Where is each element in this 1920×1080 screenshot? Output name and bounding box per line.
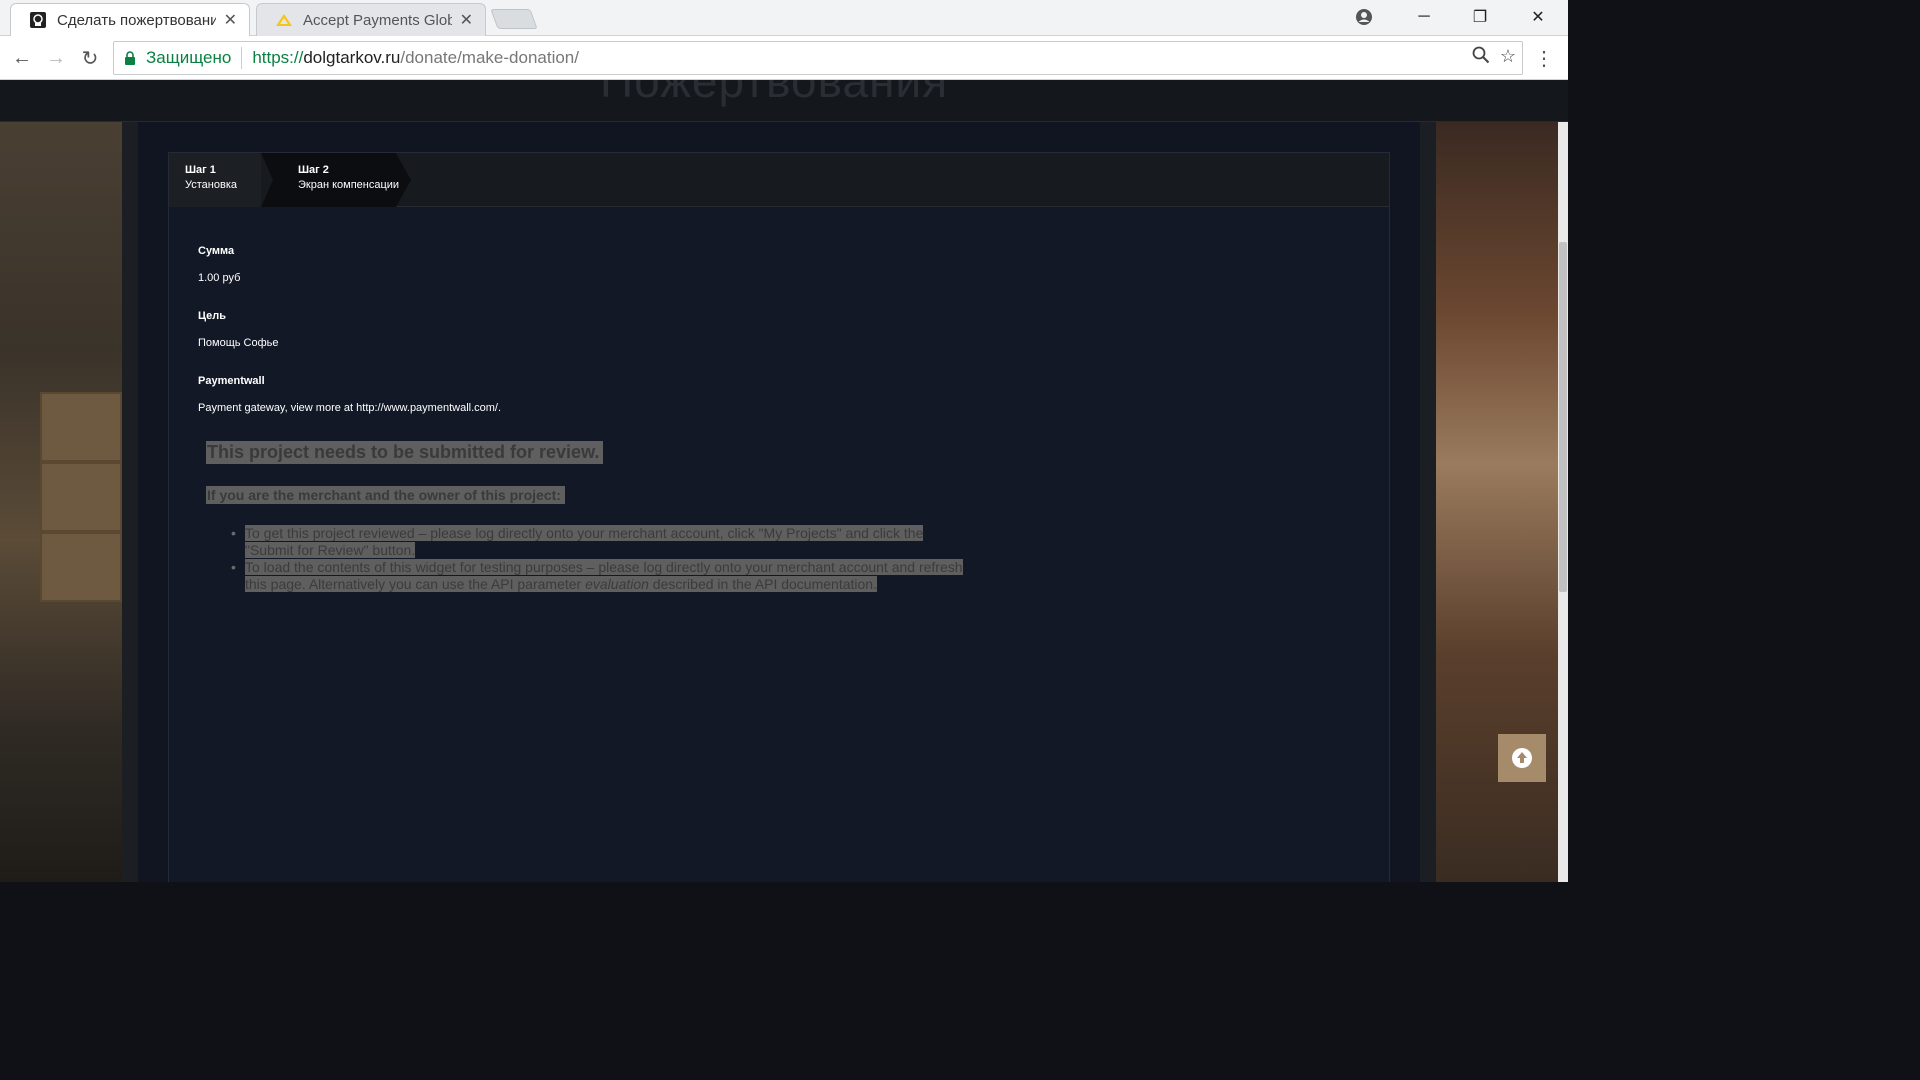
scrollbar-thumb[interactable]	[1559, 242, 1567, 592]
step-label: Установка	[185, 179, 237, 191]
steps-bar: Шаг 1 Установка Шаг 2 Экран компенсации	[169, 153, 1389, 207]
page-header-band: Пожертвования	[0, 80, 1568, 122]
crate-image	[40, 462, 122, 532]
account-icon	[1356, 9, 1372, 25]
step-number: Шаг 2	[298, 164, 329, 176]
widget-instructions: To get this project reviewed – please lo…	[231, 525, 966, 593]
reload-button[interactable]: ↻	[76, 44, 104, 72]
arrow-up-circle-icon	[1512, 748, 1532, 768]
list-item: To get this project reviewed – please lo…	[231, 525, 966, 559]
url-text[interactable]: https://dolgtarkov.ru/donate/make-donati…	[252, 48, 579, 68]
tab-close-icon[interactable]: ✕	[460, 10, 473, 30]
lock-icon	[124, 51, 136, 65]
tab-title: Accept Payments Globall	[303, 11, 452, 29]
tab-close-icon[interactable]: ✕	[224, 10, 237, 30]
site-favicon-icon	[30, 12, 46, 28]
tab-donate[interactable]: Сделать пожертвование ✕	[10, 3, 250, 36]
paymentwall-widget: This project needs to be submitted for r…	[206, 441, 966, 593]
instruction-text: described in the API documentation.	[648, 576, 877, 592]
address-bar[interactable]: Защищено https://dolgtarkov.ru/donate/ma…	[113, 41, 1523, 75]
step-number: Шаг 1	[185, 164, 216, 176]
browser-toolbar: ← → ↻ Защищено https://dolgtarkov.ru/don…	[0, 36, 1568, 80]
secure-label: Защищено	[146, 48, 232, 67]
page-scrollbar[interactable]	[1558, 122, 1568, 882]
zoom-icon[interactable]	[1472, 46, 1490, 69]
list-item: To load the contents of this widget for …	[231, 559, 966, 593]
close-window-button[interactable]: ✕	[1510, 0, 1566, 34]
step-1[interactable]: Шаг 1 Установка	[169, 153, 261, 207]
scroll-to-top-button[interactable]	[1498, 734, 1546, 782]
field-label: Цель	[198, 310, 227, 322]
step-label: Экран компенсации	[298, 179, 400, 191]
restore-button[interactable]: ❐	[1452, 0, 1508, 34]
field-value: Payment gateway, view more at http://www…	[198, 402, 502, 414]
left-background-art	[0, 122, 122, 882]
bookmark-star-icon[interactable]: ☆	[1500, 46, 1516, 69]
field-gateway: Paymentwall Payment gateway, view more a…	[198, 375, 501, 414]
crate-image	[40, 532, 122, 602]
widget-subtitle: If you are the merchant and the owner of…	[206, 486, 565, 504]
tab-strip: Сделать пожертвование ✕ Accept Payments …	[0, 0, 1568, 36]
field-value: Помощь Софье	[198, 337, 279, 349]
tab-paymentwall[interactable]: Accept Payments Globall ✕	[256, 3, 486, 36]
omnibox-actions: ☆	[1472, 46, 1516, 69]
api-parameter: evaluation	[585, 576, 649, 592]
right-frame	[1420, 122, 1436, 882]
account-icon[interactable]	[1336, 0, 1392, 34]
forward-button[interactable]: →	[42, 44, 70, 72]
field-label: Сумма	[198, 245, 235, 257]
crate-image	[40, 392, 122, 462]
content-container: Шаг 1 Установка Шаг 2 Экран компенсации …	[138, 122, 1420, 882]
step-2[interactable]: Шаг 2 Экран компенсации	[261, 153, 411, 207]
url-path: /donate/make-donation/	[400, 48, 579, 67]
donation-panel: Шаг 1 Установка Шаг 2 Экран компенсации …	[168, 152, 1390, 882]
paymentwall-favicon-icon	[276, 14, 292, 26]
page-header-title: Пожертвования	[600, 80, 949, 107]
widget-title: This project needs to be submitted for r…	[206, 441, 604, 464]
instruction-text: To get this project reviewed – please lo…	[245, 525, 924, 558]
field-value: 1.00 руб	[198, 272, 241, 284]
back-button[interactable]: ←	[8, 44, 36, 72]
url-scheme: https://	[252, 48, 304, 67]
tab-title: Сделать пожертвование	[57, 11, 216, 29]
browser-menu-icon[interactable]: ⋮	[1534, 46, 1554, 71]
new-tab-button[interactable]	[490, 9, 538, 29]
omnibox-divider	[241, 47, 243, 69]
field-amount: Сумма 1.00 руб	[198, 245, 240, 284]
left-frame	[122, 122, 138, 882]
field-label: Paymentwall	[198, 375, 265, 387]
field-purpose: Цель Помощь Софье	[198, 310, 279, 349]
web-page: Пожертвования Шаг 1 Установка Шаг 2 Экра…	[0, 80, 1568, 882]
minimize-button[interactable]: ─	[1396, 0, 1452, 34]
url-host: dolgtarkov.ru	[303, 48, 401, 67]
